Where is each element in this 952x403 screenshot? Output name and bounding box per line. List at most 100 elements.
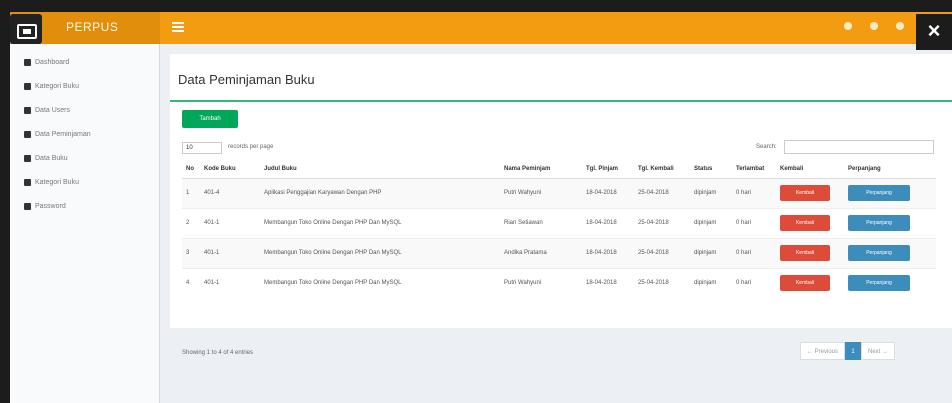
column-header[interactable]: Kode Buku: [200, 160, 260, 179]
cell-perpanjang: Perpanjang: [844, 207, 936, 238]
cell-terlambat: 0 hari: [732, 207, 776, 238]
return-button[interactable]: Kembali: [780, 215, 830, 231]
sidebar-item-password[interactable]: Password: [10, 194, 159, 218]
menu-toggle-icon[interactable]: [172, 22, 184, 32]
content-area: Data Peminjaman Buku Tambah 10 records p…: [160, 44, 952, 403]
records-per-page-label: records per page: [228, 144, 274, 150]
data-table: No Kode Buku Judul Buku Nama Peminjam Tg…: [182, 160, 936, 298]
search-label: Search:: [756, 144, 777, 150]
cell-no: 4: [182, 267, 200, 298]
title-divider: [170, 100, 952, 102]
cell-terlambat: 0 hari: [732, 267, 776, 298]
extend-button[interactable]: Perpanjang: [848, 185, 910, 201]
cell-perpanjang: Perpanjang: [844, 267, 936, 298]
column-header[interactable]: Terlambat: [732, 160, 776, 179]
table-row: 2 401-1 Membangun Toko Online Dengan PHP…: [182, 207, 936, 238]
sidebar-item-buku[interactable]: Data Buku: [10, 146, 159, 170]
cell-tgl-kembali: 25-04-2018: [634, 237, 690, 268]
previous-page-button[interactable]: ← Previous: [800, 342, 846, 360]
cell-tgl-kembali: 25-04-2018: [634, 177, 690, 208]
screen-frame: PERPUS Dashboard Kategori Buku Data User…: [0, 0, 952, 403]
cell-kembali: Kembali: [776, 237, 844, 268]
sidebar-item-peminjaman[interactable]: Data Peminjaman: [10, 122, 159, 146]
cell-kembali: Kembali: [776, 207, 844, 238]
page-1-button[interactable]: 1: [845, 342, 862, 360]
cell-status: dipinjam: [690, 267, 732, 298]
column-header[interactable]: Tgl. Pinjam: [582, 160, 634, 179]
table-header-row: No Kode Buku Judul Buku Nama Peminjam Tg…: [182, 160, 936, 179]
column-header[interactable]: Tgl. Kembali: [634, 160, 690, 179]
cell-judul: Membangun Toko Online Dengan PHP Dan MyS…: [260, 207, 500, 238]
cell-tgl-pinjam: 18-04-2018: [582, 177, 634, 208]
cell-perpanjang: Perpanjang: [844, 237, 936, 268]
records-per-page-select[interactable]: 10: [182, 142, 222, 154]
cell-no: 1: [182, 177, 200, 208]
extend-button[interactable]: Perpanjang: [848, 215, 910, 231]
table-info: Showing 1 to 4 of 4 entries: [182, 350, 254, 356]
cell-nama: Putri Wahyuni: [500, 177, 582, 208]
column-header[interactable]: Perpanjang: [844, 160, 936, 179]
cell-tgl-kembali: 25-04-2018: [634, 267, 690, 298]
sidebar-item-label: Password: [35, 202, 66, 210]
cell-status: dipinjam: [690, 237, 732, 268]
column-header[interactable]: Status: [690, 160, 732, 179]
cell-terlambat: 0 hari: [732, 237, 776, 268]
sidebar-item-kategori-buku[interactable]: Kategori Buku: [10, 170, 159, 194]
sidebar-item-dashboard[interactable]: Dashboard: [10, 50, 159, 74]
return-button[interactable]: Kembali: [780, 275, 830, 292]
table-row: 4 401-1 Membangun Toko Online Dengan PHP…: [182, 267, 936, 298]
add-button[interactable]: Tambah: [182, 110, 238, 128]
cell-judul: Membangun Toko Online Dengan PHP Dan MyS…: [260, 267, 500, 298]
bell-icon[interactable]: [870, 22, 878, 30]
page-title: Data Peminjaman Buku: [178, 72, 315, 87]
cell-terlambat: 0 hari: [732, 177, 776, 208]
users-icon: [24, 130, 31, 138]
column-header[interactable]: Nama Peminjam: [500, 160, 582, 179]
cell-nama: Andika Pratama: [500, 237, 582, 268]
flag-icon[interactable]: [896, 22, 904, 30]
cell-tgl-pinjam: 18-04-2018: [582, 237, 634, 268]
sidebar-item-label: Data Users: [35, 106, 71, 114]
dashboard-icon: [24, 58, 31, 66]
cell-kode: 401-1: [200, 267, 260, 298]
extend-button[interactable]: Perpanjang: [848, 245, 910, 261]
book-icon: [24, 178, 31, 186]
cell-status: dipinjam: [690, 177, 732, 208]
sidebar-item-label: Kategori Buku: [35, 178, 79, 186]
navbar-icons: [844, 22, 904, 30]
sidebar: Dashboard Kategori Buku Data Users Data …: [10, 44, 160, 403]
book-icon: [24, 82, 31, 90]
cell-status: dipinjam: [690, 207, 732, 238]
cell-judul: Membangun Toko Online Dengan PHP Dan MyS…: [260, 237, 500, 268]
book-icon: [24, 154, 31, 162]
app-window: PERPUS Dashboard Kategori Buku Data User…: [10, 12, 952, 403]
sidebar-item-users[interactable]: Data Users: [10, 98, 159, 122]
extend-button[interactable]: Perpanjang: [848, 275, 910, 292]
return-button[interactable]: Kembali: [780, 185, 830, 201]
return-button[interactable]: Kembali: [780, 245, 830, 261]
column-header[interactable]: Kembali: [776, 160, 844, 179]
cell-no: 2: [182, 207, 200, 238]
search-input[interactable]: [784, 140, 934, 154]
sidebar-item-label: Dashboard: [35, 58, 70, 66]
column-header[interactable]: No: [182, 160, 200, 179]
cell-perpanjang: Perpanjang: [844, 177, 936, 208]
cell-nama: Rian Setiawan: [500, 207, 582, 238]
sidebar-item-kategori[interactable]: Kategori Buku: [10, 74, 159, 98]
column-header[interactable]: Judul Buku: [260, 160, 500, 179]
user-icon: [24, 106, 31, 114]
close-icon[interactable]: ×: [916, 14, 952, 50]
cell-tgl-pinjam: 18-04-2018: [582, 267, 634, 298]
cell-nama: Putri Wahyuni: [500, 267, 582, 298]
cell-kembali: Kembali: [776, 267, 844, 298]
envelope-icon[interactable]: [844, 22, 852, 30]
sidebar-item-label: Data Buku: [35, 154, 68, 162]
window-icon: [10, 14, 42, 44]
logo-text: PERPUS: [66, 20, 119, 34]
next-page-button[interactable]: Next →: [861, 342, 896, 360]
table-row: 3 401-1 Membangun Toko Online Dengan PHP…: [182, 237, 936, 268]
user-icon: [24, 202, 31, 210]
table-row: 1 401-4 Aplikasi Penggajian Karyawan Den…: [182, 177, 936, 208]
cell-kembali: Kembali: [776, 177, 844, 208]
top-navbar: PERPUS: [10, 12, 952, 44]
